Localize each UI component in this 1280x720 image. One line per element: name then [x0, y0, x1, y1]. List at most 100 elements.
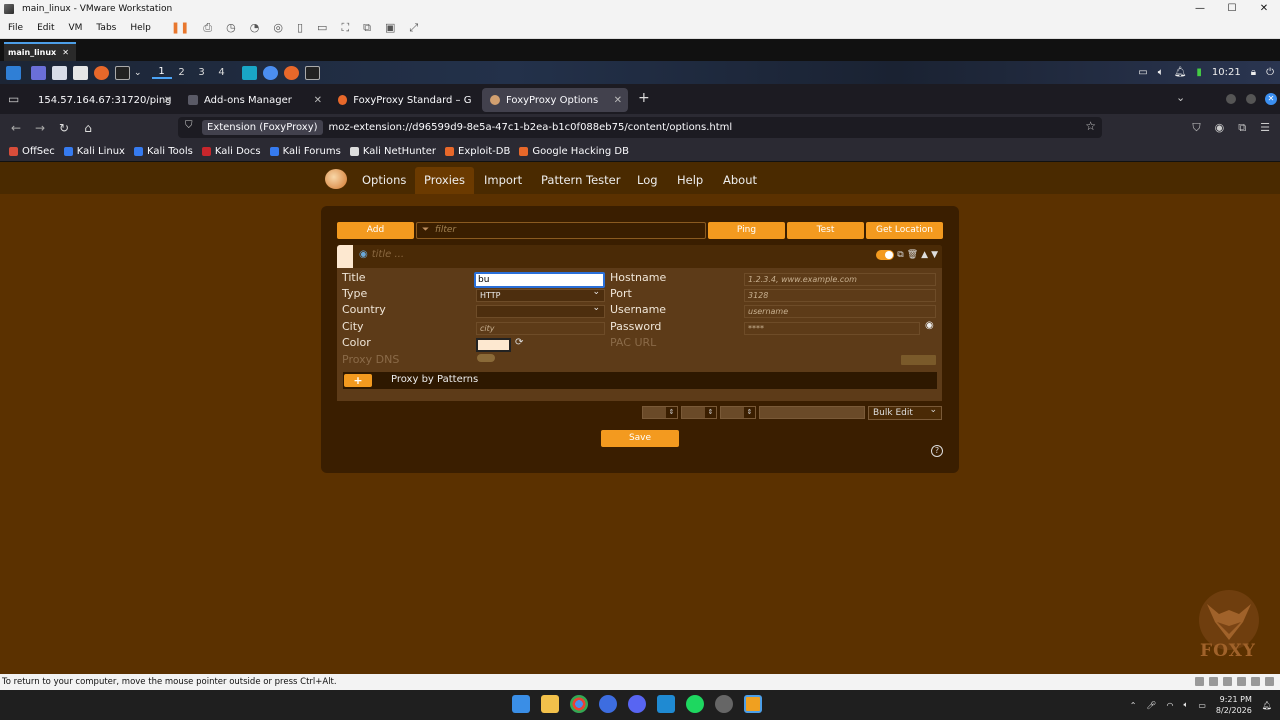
kali-menu-icon[interactable]	[6, 65, 21, 80]
discord-icon[interactable]	[628, 695, 646, 713]
tab-ping[interactable]: 154.57.164.67:31720/ping ✕	[30, 88, 178, 112]
minimize-icon[interactable]	[1226, 94, 1236, 104]
test-button[interactable]: Test	[787, 222, 864, 239]
volume-icon[interactable]: 🔈︎	[1158, 67, 1164, 78]
menu-help[interactable]: Help	[130, 23, 151, 33]
color-picker[interactable]	[476, 338, 511, 352]
chevron-down-icon[interactable]: ⌄	[1176, 91, 1185, 104]
zoom-icon[interactable]	[599, 695, 617, 713]
notifications-icon[interactable]: 🔔︎	[1262, 701, 1272, 710]
vmware-taskbar-icon[interactable]	[744, 695, 762, 713]
lock-icon[interactable]: 🔒︎	[1251, 67, 1256, 78]
spotify-icon[interactable]	[686, 695, 704, 713]
notification-icon[interactable]: 🔔︎	[1174, 67, 1187, 78]
console-icon[interactable]: ▣	[385, 21, 395, 34]
move-down-icon[interactable]: ▼	[931, 250, 938, 260]
shield-icon[interactable]: ⛉	[185, 120, 193, 131]
import-stepper-2[interactable]: ⇕	[681, 406, 717, 419]
nav-pattern-tester[interactable]: Pattern Tester	[532, 167, 629, 194]
workspace-3[interactable]: 3	[192, 67, 212, 78]
pac-view-button[interactable]	[901, 355, 936, 365]
pocket-icon[interactable]: ⛉	[1192, 121, 1200, 135]
delete-icon[interactable]: 🗑︎	[907, 250, 918, 260]
workspace-4[interactable]: 4	[212, 67, 232, 78]
get-location-button[interactable]: Get Location	[866, 222, 943, 239]
nav-import[interactable]: Import	[475, 167, 531, 194]
close-icon[interactable]: ✕	[614, 95, 622, 106]
bulk-text-input[interactable]	[759, 406, 865, 419]
proxy-enable-toggle[interactable]	[876, 250, 895, 260]
files-icon[interactable]	[52, 65, 67, 80]
close-icon[interactable]: ✕	[164, 95, 172, 106]
stepper-arrows-icon[interactable]: ⇕	[705, 407, 716, 418]
bookmark-kali-forums[interactable]: Kali Forums	[269, 146, 341, 157]
menu-icon[interactable]: ☰	[1260, 121, 1270, 134]
microphone-icon[interactable]: 🎤︎	[1146, 701, 1156, 710]
device-icon[interactable]	[1251, 677, 1260, 686]
show-password-icon[interactable]: ◉	[925, 320, 934, 331]
close-icon[interactable]: ✕	[314, 95, 322, 106]
username-input[interactable]: username	[744, 305, 936, 318]
bookmark-kali-nethunter[interactable]: Kali NetHunter	[349, 146, 436, 157]
duplicate-icon[interactable]: ⧉	[897, 250, 903, 260]
power-icon[interactable]: ⏻	[1266, 67, 1274, 78]
device-icon[interactable]	[1237, 677, 1246, 686]
menu-vm[interactable]: VM	[69, 23, 83, 33]
nav-log[interactable]: Log	[628, 167, 667, 194]
browser-icon[interactable]	[262, 65, 278, 80]
panel-clock[interactable]: 10:21	[1212, 67, 1241, 78]
firefox-icon[interactable]	[94, 65, 109, 80]
import-stepper-3[interactable]: ⇕	[720, 406, 756, 419]
hostname-input[interactable]: 1.2.3.4, www.example.com	[744, 273, 936, 286]
tab-foxyproxy-options[interactable]: FoxyProxy Options ✕	[482, 88, 628, 112]
back-icon[interactable]: ←	[4, 121, 28, 135]
firefox-window-icon[interactable]	[283, 65, 299, 80]
filter-input[interactable]: ⏷ filter	[416, 222, 706, 239]
device-icon[interactable]	[1265, 677, 1274, 686]
unity-icon[interactable]: ⧉	[363, 21, 371, 35]
settings-gear-icon[interactable]	[715, 695, 733, 713]
chevron-down-icon[interactable]: ⌄	[134, 68, 142, 78]
bulk-edit-select[interactable]: Bulk Edit	[868, 404, 942, 420]
tab-list-icon[interactable]: ▭	[8, 92, 19, 106]
stretch-icon[interactable]: ⤢	[409, 21, 418, 35]
bookmark-offsec[interactable]: OffSec	[9, 146, 55, 157]
send-keys-icon[interactable]: ⎙	[203, 21, 212, 35]
type-select[interactable]: HTTP	[476, 287, 605, 302]
city-input[interactable]: city	[476, 322, 605, 335]
reload-icon[interactable]: ↻	[52, 121, 76, 135]
maximize-icon[interactable]	[1246, 94, 1256, 104]
terminal-window-icon[interactable]	[304, 65, 320, 80]
vm-tab-main-linux[interactable]: main_linux ✕	[4, 42, 76, 61]
add-pattern-button[interactable]: +	[344, 374, 372, 387]
bookmark-google-hacking-db[interactable]: Google Hacking DB	[519, 146, 629, 157]
port-input[interactable]: 3128	[744, 289, 936, 302]
chrome-icon[interactable]	[570, 695, 588, 713]
terminal-icon[interactable]	[115, 65, 130, 80]
device-icon[interactable]	[1223, 677, 1232, 686]
new-tab-icon[interactable]: +	[638, 90, 650, 106]
help-icon[interactable]: ?	[931, 445, 943, 457]
speaker-icon[interactable]: 🔈︎	[1184, 700, 1189, 710]
extensions-icon[interactable]: ⧉	[1238, 121, 1246, 135]
maximize-icon[interactable]: ☐	[1216, 0, 1248, 17]
battery-icon[interactable]: ▭	[1198, 701, 1206, 710]
stepper-arrows-icon[interactable]: ⇕	[666, 407, 677, 418]
import-stepper-1[interactable]: ⇕	[642, 406, 678, 419]
url-bar[interactable]: ⛉ Extension (FoxyProxy) moz-extension://…	[178, 117, 1102, 138]
device-icon[interactable]	[1209, 677, 1218, 686]
nav-options[interactable]: Options	[353, 167, 415, 194]
nav-help[interactable]: Help	[668, 167, 712, 194]
extension-identity-chip[interactable]: Extension (FoxyProxy)	[202, 120, 323, 135]
bookmark-exploit-db[interactable]: Exploit-DB	[445, 146, 510, 157]
password-input[interactable]: ****	[744, 322, 920, 335]
ping-button[interactable]: Ping	[708, 222, 785, 239]
snapshot-manager-icon[interactable]: ◎	[273, 21, 283, 34]
wifi-icon[interactable]: ◠	[1167, 701, 1174, 710]
refresh-color-icon[interactable]: ⟳	[515, 337, 523, 348]
nav-proxies[interactable]: Proxies	[415, 167, 474, 194]
close-icon[interactable]: ✕	[1265, 93, 1277, 105]
workspace-1[interactable]: 1	[151, 66, 172, 79]
country-select[interactable]	[476, 303, 605, 318]
stepper-arrows-icon[interactable]: ⇕	[744, 407, 755, 418]
